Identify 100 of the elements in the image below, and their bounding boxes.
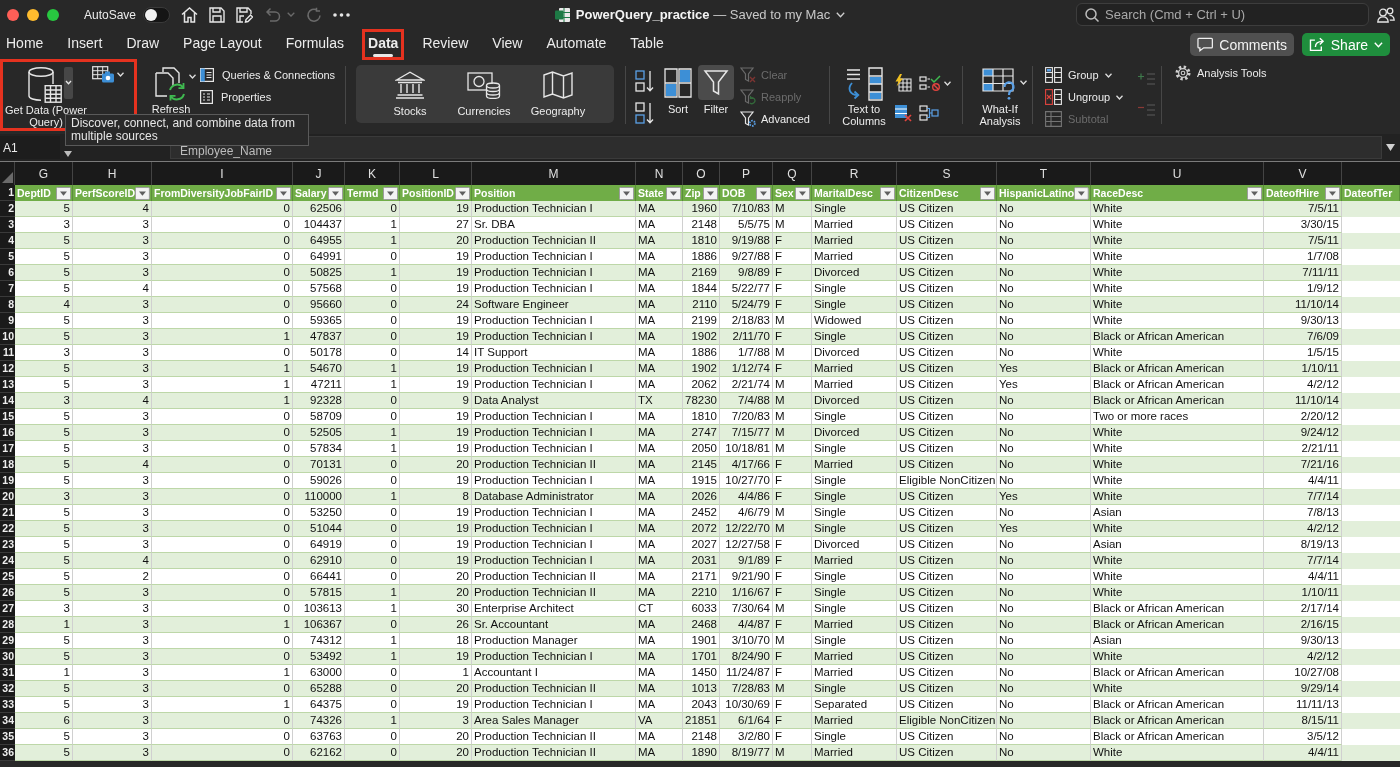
- filter-dropdown-icon[interactable]: [135, 186, 150, 200]
- name-box[interactable]: A1: [0, 136, 60, 159]
- people-icon[interactable]: [1377, 6, 1395, 23]
- geography-button[interactable]: Geography: [521, 71, 595, 117]
- row-number[interactable]: 4: [0, 233, 15, 249]
- row-number[interactable]: 25: [0, 569, 15, 585]
- sort-descending-icon[interactable]: [635, 102, 655, 124]
- autosave-toggle[interactable]: [143, 6, 171, 23]
- ribbon-tab[interactable]: Automate: [546, 32, 607, 57]
- row-number[interactable]: 33: [0, 697, 15, 713]
- select-all-icon[interactable]: [2, 172, 13, 183]
- row-number[interactable]: 29: [0, 633, 15, 649]
- row-number[interactable]: 20: [0, 489, 15, 505]
- ribbon-tab[interactable]: Insert: [67, 32, 103, 57]
- filter-dropdown-icon[interactable]: [1325, 186, 1340, 200]
- row-number[interactable]: 27: [0, 601, 15, 617]
- caret-icon[interactable]: [64, 67, 73, 99]
- home-icon[interactable]: [181, 6, 199, 23]
- row-number[interactable]: 15: [0, 409, 15, 425]
- save-pen-icon[interactable]: [236, 6, 254, 23]
- ribbon-tab[interactable]: Formulas: [285, 32, 345, 57]
- filter-dropdown-icon[interactable]: [795, 186, 810, 200]
- filter-dropdown-icon[interactable]: [980, 186, 995, 200]
- ribbon-tab[interactable]: Page Layout: [183, 32, 262, 57]
- row-number[interactable]: 3: [0, 217, 15, 233]
- row-number[interactable]: 36: [0, 745, 15, 761]
- ribbon-tab[interactable]: Review: [422, 32, 469, 57]
- undo-icon[interactable]: [264, 6, 282, 23]
- filter-dropdown-icon[interactable]: [56, 186, 71, 200]
- row-number[interactable]: 34: [0, 713, 15, 729]
- row-number[interactable]: 26: [0, 585, 15, 601]
- search-field[interactable]: Search (Cmd + Ctrl + U): [1076, 3, 1369, 26]
- close-window-icon[interactable]: [7, 8, 19, 21]
- filter-dropdown-icon[interactable]: [455, 186, 470, 200]
- row-number[interactable]: 7: [0, 281, 15, 297]
- row-number[interactable]: 12: [0, 361, 15, 377]
- row-number[interactable]: 5: [0, 249, 15, 265]
- row-number[interactable]: 24: [0, 553, 15, 569]
- row-number[interactable]: 32: [0, 681, 15, 697]
- group-button[interactable]: Group: [1045, 64, 1124, 86]
- sort-ascending-icon[interactable]: [635, 70, 655, 92]
- row-number[interactable]: 31: [0, 665, 15, 681]
- ungroup-button[interactable]: Ungroup: [1045, 86, 1124, 108]
- row-number[interactable]: 16: [0, 425, 15, 441]
- row-number[interactable]: 2: [0, 201, 15, 217]
- table-camera-icon[interactable]: [92, 66, 114, 83]
- show-detail-icon[interactable]: [1138, 73, 1155, 85]
- what-if-analysis-button[interactable]: What-If Analysis: [971, 68, 1029, 127]
- text-to-columns-button[interactable]: Text to Columns: [839, 67, 889, 127]
- row-number[interactable]: 10: [0, 329, 15, 345]
- advanced-button[interactable]: Advanced: [740, 108, 810, 130]
- filter-dropdown-icon[interactable]: [328, 186, 343, 200]
- filter-dropdown-icon[interactable]: [383, 186, 398, 200]
- row-number[interactable]: 21: [0, 505, 15, 521]
- currencies-button[interactable]: Currencies: [447, 71, 521, 117]
- properties-button[interactable]: Properties: [200, 86, 336, 108]
- row-number[interactable]: 17: [0, 441, 15, 457]
- filter-button[interactable]: Filter: [698, 65, 734, 115]
- formula-field[interactable]: Employee_Name: [170, 136, 1382, 159]
- row-number[interactable]: 11: [0, 345, 15, 361]
- filter-dropdown-icon[interactable]: [619, 186, 634, 200]
- row-number[interactable]: 19: [0, 473, 15, 489]
- stocks-button[interactable]: Stocks: [373, 71, 447, 117]
- ribbon-tab[interactable]: Data: [368, 32, 399, 57]
- data-validation-icon[interactable]: [919, 75, 941, 91]
- caret-icon[interactable]: [64, 150, 72, 157]
- row-number[interactable]: 22: [0, 521, 15, 537]
- row-number[interactable]: 28: [0, 617, 15, 633]
- row-number[interactable]: 18: [0, 457, 15, 473]
- filter-dropdown-icon[interactable]: [666, 186, 681, 200]
- sort-button[interactable]: Sort: [663, 68, 693, 115]
- row-number[interactable]: 6: [0, 265, 15, 281]
- maximize-window-icon[interactable]: [47, 8, 59, 21]
- minimize-window-icon[interactable]: [27, 8, 39, 21]
- refresh-button[interactable]: Refresh: [148, 67, 194, 115]
- row-number[interactable]: 35: [0, 729, 15, 745]
- row-number[interactable]: 30: [0, 649, 15, 665]
- ribbon-tab[interactable]: Home: [6, 32, 44, 57]
- filter-dropdown-icon[interactable]: [703, 186, 718, 200]
- consolidate-icon[interactable]: [919, 105, 939, 121]
- row-number[interactable]: 13: [0, 377, 15, 393]
- analysis-tools-button[interactable]: Analysis Tools: [1175, 65, 1267, 81]
- ribbon-tab[interactable]: Draw: [126, 32, 160, 57]
- share-button[interactable]: Share: [1302, 33, 1390, 56]
- row-number[interactable]: 1: [0, 185, 15, 201]
- row-number[interactable]: 8: [0, 297, 15, 313]
- queries-button[interactable]: Queries & Connections: [200, 64, 336, 86]
- more-icon[interactable]: [333, 12, 351, 17]
- filter-dropdown-icon[interactable]: [1074, 186, 1089, 200]
- caret-icon[interactable]: [1386, 144, 1395, 151]
- filter-dropdown-icon[interactable]: [880, 186, 895, 200]
- remove-duplicates-icon[interactable]: [894, 104, 912, 122]
- filter-dropdown-icon[interactable]: [276, 186, 291, 200]
- redo-icon[interactable]: [306, 6, 323, 23]
- flash-fill-icon[interactable]: [894, 74, 912, 92]
- ribbon-tab[interactable]: Table: [630, 32, 664, 57]
- row-number[interactable]: 9: [0, 313, 15, 329]
- row-number[interactable]: 14: [0, 393, 15, 409]
- comments-button[interactable]: Comments: [1190, 33, 1294, 56]
- save-icon[interactable]: [209, 6, 226, 23]
